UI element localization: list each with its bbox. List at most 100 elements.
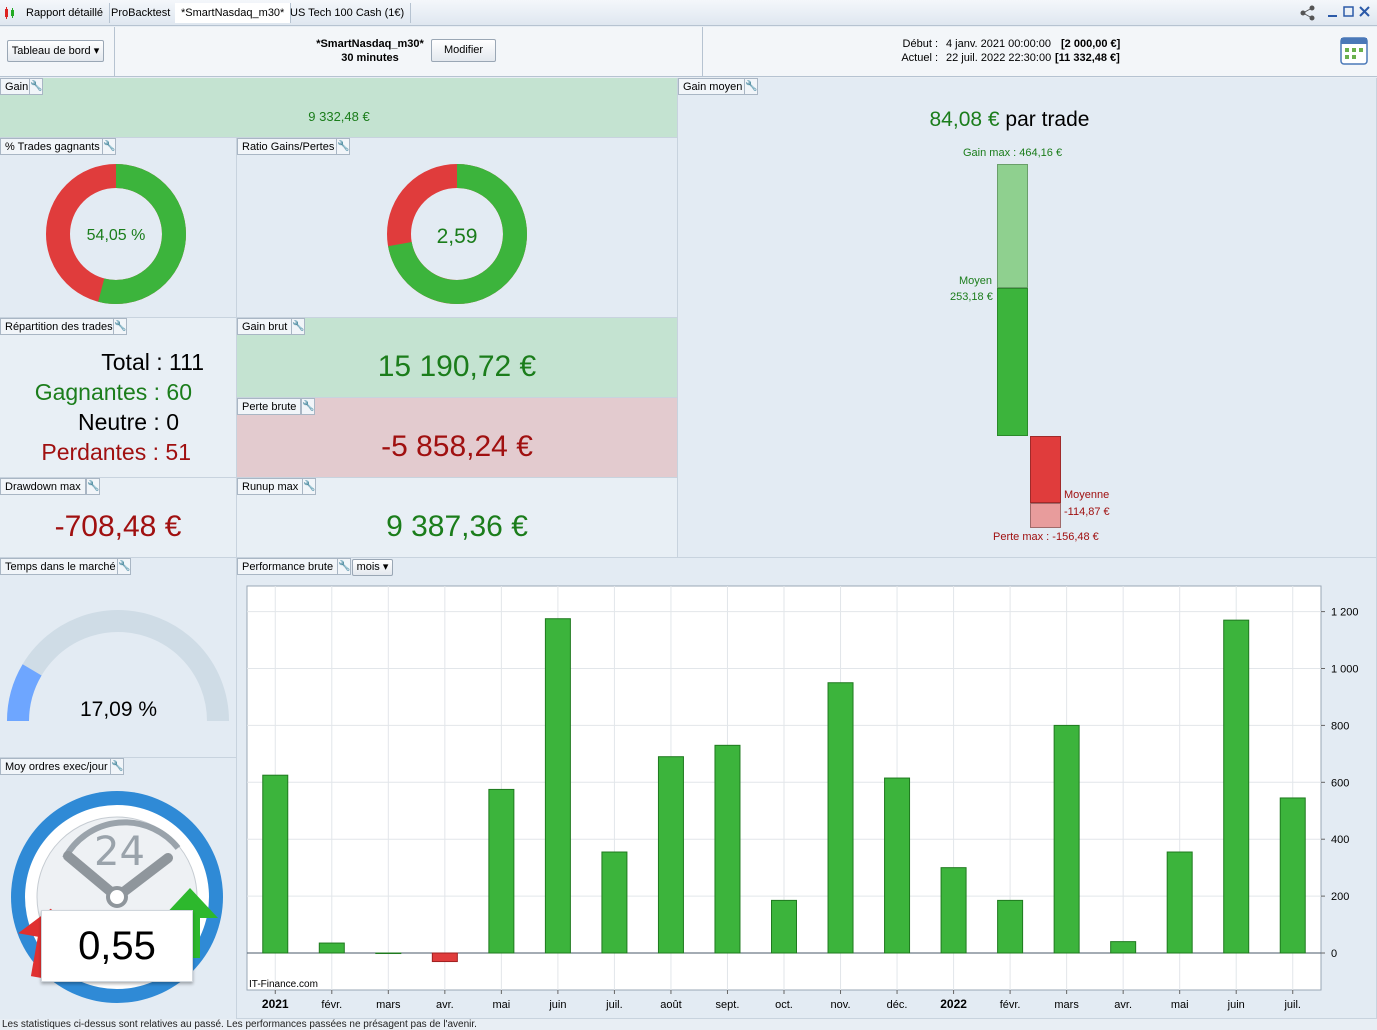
- performance-chart: 0 200 400 600 800 1 000 1 200 2021 févr. mars avr.…: [246, 585, 1359, 1011]
- y-tick-label: 1 200: [1331, 607, 1359, 619]
- wrench-icon[interactable]: 🔧: [744, 78, 758, 95]
- tab-detailed-report[interactable]: Rapport détaillé: [20, 3, 111, 23]
- x-tick-label: juin: [1227, 999, 1245, 1011]
- y-tick-label: 200: [1331, 891, 1349, 903]
- gross-gain-panel: Gain brut 🔧 15 190,72 €: [237, 318, 678, 398]
- bar: [262, 774, 289, 954]
- candlestick-icon: [3, 6, 17, 20]
- avg-gain-suffix: par trade: [1005, 108, 1090, 131]
- neutral-stat: Neutre : 0: [77, 409, 179, 435]
- x-tick-label: 2022: [940, 997, 967, 1011]
- y-tick-label: 800: [1331, 720, 1349, 732]
- bar: [997, 899, 1024, 954]
- loss-max-bar: [1030, 503, 1061, 528]
- start-date: 4 janv. 2021 00:00:00: [946, 38, 1051, 50]
- runup-panel: Runup max 🔧 9 387,36 €: [237, 478, 678, 558]
- bar: [1279, 797, 1306, 954]
- gross-loss-label: Perte brute: [237, 398, 302, 415]
- gain-panel: Gain 🔧 9 332,48 €: [0, 78, 678, 138]
- tab-strategy[interactable]: *SmartNasdaq_m30*: [175, 3, 292, 23]
- avg-gain-bar: [997, 287, 1028, 436]
- gross-loss-panel: Perte brute 🔧 -5 858,24 €: [237, 398, 678, 478]
- bar: [884, 777, 911, 954]
- share-icon[interactable]: [1300, 5, 1316, 21]
- wrench-icon[interactable]: 🔧: [102, 138, 116, 155]
- total-stat: Total : 111: [101, 349, 204, 375]
- minimize-icon[interactable]: [1326, 5, 1340, 19]
- bar: [827, 682, 854, 954]
- x-tick-label: juil.: [605, 999, 623, 1011]
- wrench-icon[interactable]: 🔧: [302, 478, 316, 495]
- orders-panel: Moy ordres exec/jour 🔧 24 0,55: [0, 758, 237, 1020]
- x-tick-label: avr.: [436, 999, 454, 1011]
- x-tick-label: mars: [1054, 999, 1079, 1011]
- tab-bar: Rapport détaillé ProBacktest *SmartNasda…: [0, 0, 1377, 26]
- wrench-icon[interactable]: 🔧: [110, 758, 124, 775]
- x-tick-label: août: [660, 999, 681, 1011]
- gross-gain-label: Gain brut: [237, 318, 293, 335]
- bar: [318, 942, 345, 954]
- gross-gain-value: 15 190,72 €: [377, 350, 537, 383]
- wrench-icon[interactable]: 🔧: [86, 478, 100, 495]
- avg-gain-label: Gain moyen: [678, 78, 748, 95]
- tab-instrument[interactable]: US Tech 100 Cash (1€): [284, 3, 412, 23]
- bar: [488, 788, 515, 954]
- ratio-panel: Ratio Gains/Pertes 🔧 2,59: [237, 138, 678, 318]
- wrench-icon[interactable]: 🔧: [113, 318, 127, 335]
- dashboard-dropdown[interactable]: Tableau de bord ▾: [7, 40, 104, 62]
- strategy-name: *SmartNasdaq_m30*: [316, 38, 424, 50]
- report-icon[interactable]: [1340, 37, 1368, 65]
- y-tick-label: 600: [1331, 777, 1349, 789]
- moyenne-label: Moyenne: [1064, 489, 1110, 501]
- wrench-icon[interactable]: 🔧: [291, 318, 305, 335]
- moyen-value: 253,18 €: [950, 291, 993, 303]
- drawdown-value: -708,48 €: [54, 510, 182, 543]
- wrench-icon[interactable]: 🔧: [117, 558, 131, 575]
- drawdown-panel: Drawdown max 🔧 -708,48 €: [0, 478, 237, 558]
- x-tick-label: mars: [376, 999, 401, 1011]
- start-capital: [2 000,00 €]: [1061, 38, 1121, 50]
- avg-loss-bar: [1030, 436, 1061, 504]
- market-time-value: 17,09 %: [79, 698, 158, 721]
- modify-button[interactable]: Modifier: [431, 39, 496, 62]
- current-capital: [11 332,48 €]: [1055, 52, 1120, 64]
- tab-probacktest[interactable]: ProBacktest: [105, 3, 178, 23]
- bar: [1110, 941, 1137, 954]
- close-icon[interactable]: [1358, 5, 1372, 19]
- perte-max-label: Perte max : -156,48 €: [993, 531, 1099, 543]
- chevron-down-icon: ▾: [93, 45, 100, 57]
- win-pct-panel: % Trades gagnants 🔧 54,05 %: [0, 138, 237, 318]
- moyenne-value: -114,87 €: [1064, 506, 1110, 518]
- avg-gain-panel: Gain moyen 🔧 84,08 € par trade Gain max …: [678, 78, 1377, 558]
- dashboard-dropdown-label: Tableau de bord: [11, 45, 91, 57]
- y-tick-label: 0: [1331, 948, 1337, 960]
- current-date: 22 juil. 2022 22:30:00: [946, 52, 1052, 64]
- x-tick-label: juil.: [1283, 999, 1301, 1011]
- gross-loss-value: -5 858,24 €: [381, 430, 533, 463]
- wrench-icon[interactable]: 🔧: [301, 398, 315, 415]
- distribution-label: Répartition des trades: [0, 318, 118, 335]
- wrench-icon[interactable]: 🔧: [29, 78, 43, 95]
- watermark: IT-Finance.com: [249, 979, 318, 990]
- current-label: Actuel :: [901, 52, 938, 64]
- clock-number: 24: [94, 829, 145, 875]
- bar: [1053, 724, 1080, 954]
- x-tick-label: nov.: [831, 999, 851, 1011]
- x-tick-label: févr.: [321, 999, 342, 1011]
- wrench-icon[interactable]: 🔧: [336, 138, 350, 155]
- avg-gain-value: 84,08 €: [929, 108, 1000, 131]
- win-pct-value: 54,05 %: [86, 227, 146, 244]
- bar: [1166, 851, 1193, 954]
- start-label: Début :: [902, 38, 938, 50]
- drawdown-label: Drawdown max: [0, 478, 86, 495]
- maximize-icon[interactable]: [1342, 5, 1356, 19]
- bar: [714, 744, 741, 954]
- market-time-label: Temps dans le marché: [0, 558, 121, 575]
- header: Tableau de bord ▾ *SmartNasdaq_m30* 30 m…: [0, 27, 1377, 77]
- performance-panel: Performance brute 🔧 mois ▾ 0 200 400 600 800…: [237, 558, 1377, 1019]
- x-tick-label: oct.: [775, 999, 793, 1011]
- bar: [771, 899, 797, 954]
- x-tick-label: juin: [548, 999, 566, 1011]
- bar: [940, 867, 967, 954]
- x-tick-label: 2021: [262, 997, 289, 1011]
